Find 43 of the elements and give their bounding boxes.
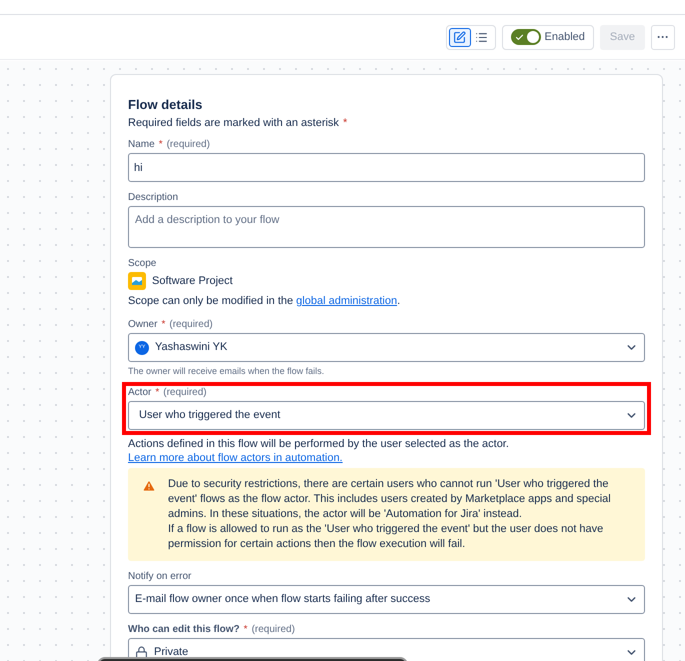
select-field[interactable]: Private [128, 638, 645, 661]
edit-view-button[interactable] [448, 28, 471, 46]
required-note: (required) [169, 319, 213, 331]
learn-more-link[interactable]: Learn more about flow actors in automation. [128, 452, 343, 464]
select-value: E-mail flow owner once when flow starts failing after success [135, 592, 430, 608]
required-note: (required) [252, 624, 295, 636]
select-value: User who triggered the event [138, 408, 280, 424]
field-label: Notify on error [128, 571, 192, 583]
card-title: Flow details [128, 96, 204, 114]
field-label: Owner [128, 319, 158, 331]
field-label: Scope [128, 258, 156, 270]
required-asterisk: * [342, 116, 348, 130]
global-administration-link[interactable]: global administration [296, 295, 398, 307]
required-asterisk: * [155, 387, 160, 399]
edit-icon [453, 30, 466, 44]
enabled-toggle[interactable]: Enabled [502, 24, 594, 50]
more-button[interactable]: ··· [651, 24, 675, 50]
check-icon [514, 32, 524, 42]
select-value: Private [154, 645, 188, 660]
required-note: (required) [166, 139, 210, 151]
field-label: Name [128, 139, 155, 151]
scope-note: Scope can only be modified in the global administration. [128, 294, 402, 308]
list-icon [475, 30, 488, 44]
required-note: (required) [163, 387, 207, 399]
required-asterisk: * [244, 624, 248, 636]
card-subtitle: Required fields are marked with an asterisk [128, 116, 339, 130]
select-value: Yashaswini YK [155, 340, 228, 356]
warning-text: Due to security restrictions, there are certain users who cannot run 'User who triggered the event' flows as the flow actor. This includes users created by Marketplace apps and special admins. In these situations, the actor will be 'Automation for Jira' instead. [168, 477, 612, 522]
actor-note: Actions defined in this flow will be performed by the user selected as the actor. Learn more about flow actors in automation. [128, 437, 510, 465]
scope-value: Software Project [152, 274, 233, 289]
project-icon [128, 272, 146, 290]
select-field[interactable]: User who triggered the event [128, 401, 645, 430]
warning-icon [142, 479, 156, 493]
required-asterisk: * [161, 319, 166, 331]
helper-text: The owner will receive emails when the flow fails. [128, 366, 326, 377]
required-asterisk: * [158, 139, 163, 151]
description-input[interactable]: Add a description to your flow [128, 206, 645, 248]
field-label: Description [128, 192, 178, 204]
field-label: Who can edit this flow? [128, 624, 240, 636]
field-label: Actor [128, 387, 152, 399]
name-input[interactable]: hi [128, 153, 645, 182]
select-field[interactable]: E-mail flow owner once when flow starts failing after success [128, 585, 645, 614]
warning-text: If a flow is allowed to run as the 'User who triggered the event' but the user does not have permission for certain actions then the flow execution will fail. [168, 522, 604, 552]
